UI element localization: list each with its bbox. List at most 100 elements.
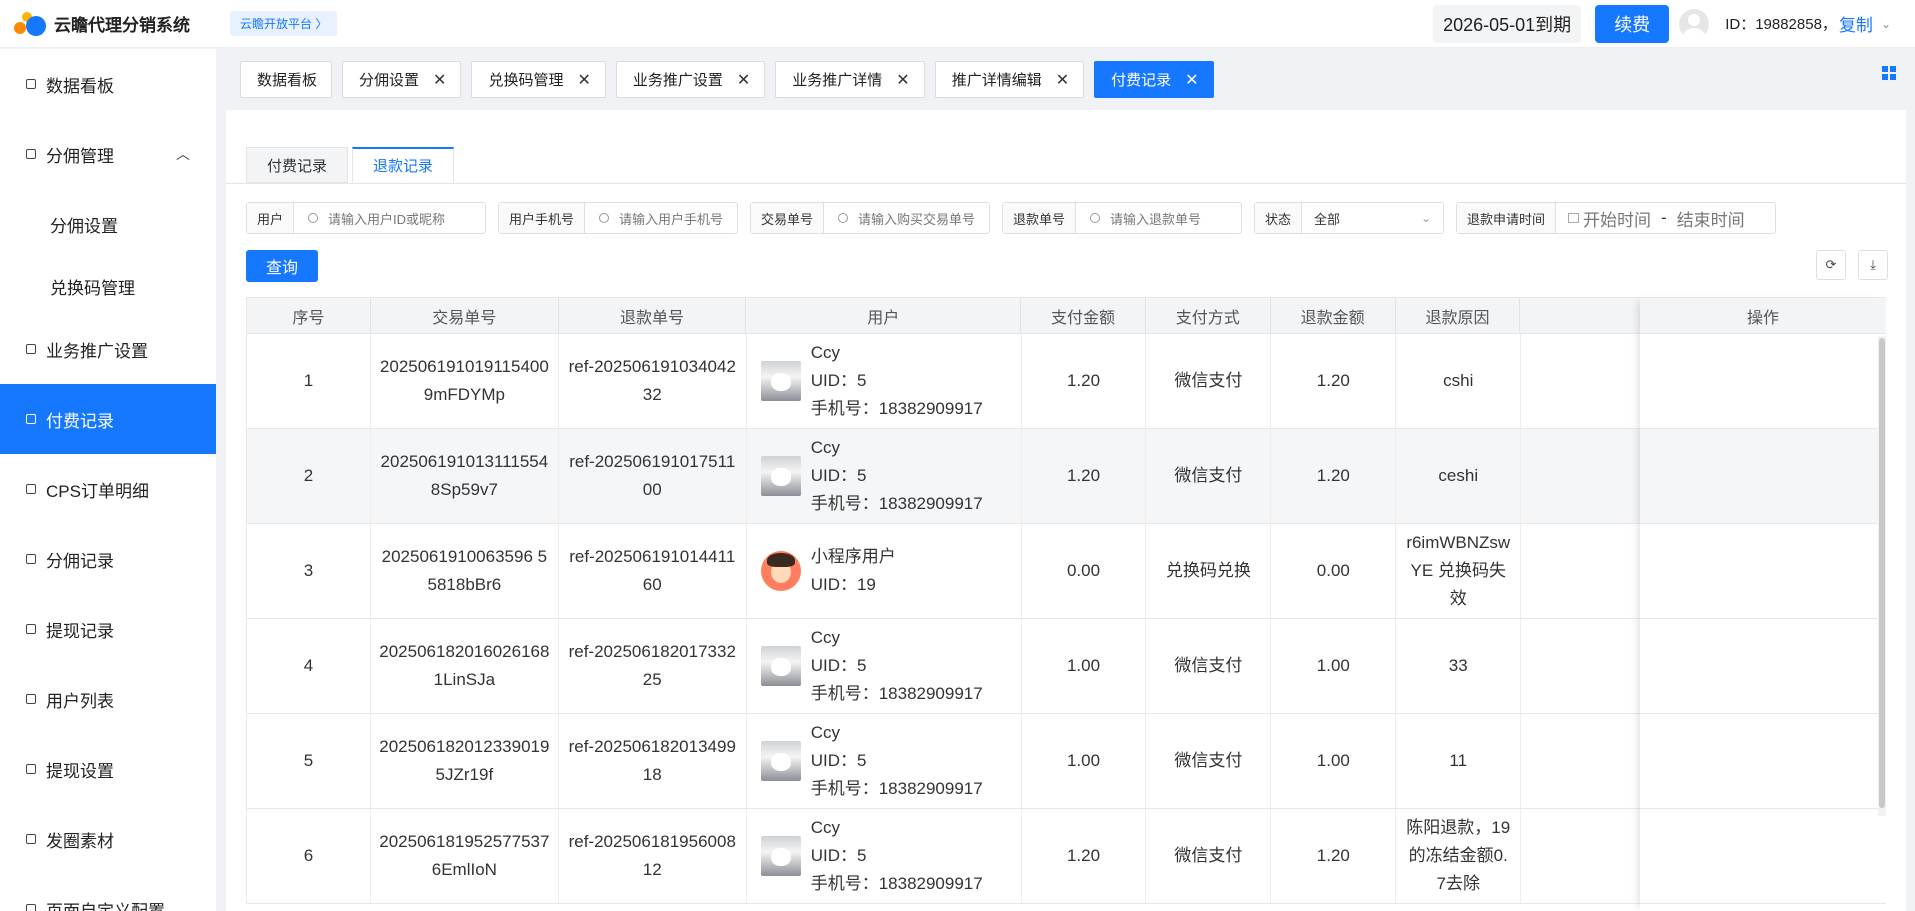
cell-pay-amount: 0.00	[1022, 524, 1147, 618]
cell-refund-amount: 1.20	[1271, 809, 1397, 903]
sidebar-item-page-config[interactable]: 页面自定义配置	[0, 874, 216, 911]
calendar-icon	[1568, 213, 1580, 223]
app-logo: 云瞻代理分销系统	[14, 11, 190, 36]
date-separator: -	[1661, 208, 1667, 227]
chevron-down-icon[interactable]: ⌄	[1881, 17, 1891, 31]
cell-refund-no: ref-20250619101441160	[559, 524, 747, 618]
subtab-payment-records[interactable]: 付费记录	[246, 147, 349, 183]
refund-no-filter-input[interactable]: 请输入退款单号	[1110, 209, 1201, 228]
sidebar-item-commission-settings[interactable]: 分佣设置	[0, 189, 216, 259]
phone-filter[interactable]: 用户手机号 请输入用户手机号	[498, 202, 738, 234]
document-icon	[26, 624, 36, 634]
cell-index: 6	[247, 809, 371, 903]
trade-no-filter[interactable]: 交易单号 请输入购买交易单号	[750, 202, 990, 234]
briefcase-icon	[26, 344, 36, 354]
trade-no-filter-label: 交易单号	[751, 203, 825, 233]
user-phone: 手机号：18382909917	[810, 874, 983, 893]
tab-promotion-edit[interactable]: 推广详情编辑 ✕	[934, 61, 1085, 98]
tab-promotion-detail[interactable]: 业务推广详情 ✕	[775, 61, 925, 98]
col-index: 序号	[247, 298, 371, 333]
close-icon[interactable]: ✕	[896, 70, 909, 90]
user-filter-input[interactable]: 请输入用户ID或昵称	[328, 209, 445, 228]
refresh-icon[interactable]: ⟳	[1816, 250, 1846, 280]
logo-icon	[14, 11, 50, 36]
cell-index: 5	[247, 714, 371, 808]
table-scrollbar[interactable]	[1879, 338, 1885, 808]
status-select[interactable]: 状态 全部 ⌄	[1254, 202, 1444, 234]
status-filter-label: 状态	[1255, 203, 1303, 233]
sidebar-item-cps-orders[interactable]: CPS订单明细	[0, 454, 216, 524]
cell-user: Ccy UID：5 手机号：18382909917	[747, 334, 1022, 428]
cell-trade-no: 2025061910063596 55818bBr6	[371, 524, 559, 618]
user-icon	[26, 694, 36, 704]
refund-time-range[interactable]: 退款申请时间 开始时间 - 结束时间	[1456, 202, 1776, 234]
sidebar-item-user-list[interactable]: 用户列表	[0, 664, 216, 734]
user-uid: UID：5	[810, 656, 867, 675]
download-icon[interactable]: ⤓	[1858, 250, 1888, 280]
avatar[interactable]	[1679, 8, 1710, 39]
receipt-icon	[26, 414, 36, 424]
sidebar-item-payment-records[interactable]: 付费记录	[0, 384, 216, 454]
user-name: Ccy	[810, 343, 840, 362]
tab-commission-settings[interactable]: 分佣设置 ✕	[342, 61, 462, 98]
cell-user: Ccy UID：5 手机号：18382909917	[747, 429, 1022, 523]
close-icon[interactable]: ✕	[433, 70, 446, 90]
refund-no-filter[interactable]: 退款单号 请输入退款单号	[1002, 202, 1242, 234]
user-uid: UID：5	[810, 466, 867, 485]
user-filter[interactable]: 用户 请输入用户ID或昵称	[246, 202, 486, 234]
col-refund-reason: 退款原因	[1396, 298, 1521, 333]
tab-redeem-codes[interactable]: 兑换码管理 ✕	[471, 61, 606, 98]
sidebar-item-moments-material[interactable]: 发圈素材	[0, 804, 216, 874]
subtab-refund-records[interactable]: 退款记录	[352, 147, 455, 183]
cell-refund-reason: ceshi	[1396, 429, 1522, 523]
cell-user: Ccy UID：5 手机号：18382909917	[747, 619, 1022, 713]
copy-id-link[interactable]: 复制	[1839, 11, 1873, 36]
cell-refund-amount: 1.20	[1271, 429, 1397, 523]
search-icon	[599, 213, 610, 223]
user-name: Ccy	[810, 723, 840, 742]
sidebar-item-redeem-codes[interactable]: 兑换码管理	[0, 251, 216, 321]
close-icon[interactable]: ✕	[1056, 70, 1069, 90]
sidebar-item-commission-management[interactable]: 分佣管理 ︿	[0, 119, 216, 189]
target-icon	[26, 554, 36, 564]
sidebar-item-dashboard[interactable]: 数据看板	[0, 49, 216, 119]
user-uid: UID：5	[810, 846, 867, 865]
close-icon[interactable]: ✕	[1185, 70, 1198, 90]
refund-no-filter-label: 退款单号	[1003, 203, 1077, 233]
renew-button[interactable]: 续费	[1595, 4, 1670, 43]
tab-payment-records[interactable]: 付费记录 ✕	[1094, 61, 1214, 98]
phone-filter-input[interactable]: 请输入用户手机号	[619, 209, 723, 228]
user-phone: 手机号：18382909917	[810, 684, 983, 703]
close-icon[interactable]: ✕	[577, 70, 590, 90]
phone-filter-label: 用户手机号	[499, 203, 586, 233]
trade-no-filter-input[interactable]: 请输入购买交易单号	[858, 209, 975, 228]
search-icon	[308, 213, 319, 223]
grid-icon[interactable]	[1882, 66, 1896, 80]
col-refund-no: 退款单号	[559, 298, 747, 333]
cell-index: 2	[247, 429, 371, 523]
start-date-input[interactable]: 开始时间	[1583, 206, 1651, 231]
tab-promotion-settings[interactable]: 业务推广设置 ✕	[615, 61, 766, 98]
cell-user: 小程序用户 UID：19	[747, 524, 1022, 618]
sidebar-item-promotion-settings[interactable]: 业务推广设置	[0, 314, 216, 384]
col-user: 用户	[746, 298, 1022, 333]
cell-refund-no: ref-20250618201733225	[559, 619, 747, 713]
chevron-down-icon[interactable]: ⌄	[1421, 211, 1431, 225]
sidebar-item-withdraw-settings[interactable]: 提现设置	[0, 734, 216, 804]
sidebar-item-withdraw-records[interactable]: 提现记录	[0, 594, 216, 664]
end-date-input[interactable]: 结束时间	[1677, 206, 1745, 231]
open-platform-link[interactable]: 云瞻开放平台 〉	[230, 11, 338, 36]
refund-time-label: 退款申请时间	[1457, 203, 1557, 233]
user-uid: UID：19	[810, 575, 876, 594]
link-icon	[26, 484, 36, 494]
tab-dashboard[interactable]: 数据看板	[240, 61, 333, 98]
cell-index: 4	[247, 619, 371, 713]
status-select-value[interactable]: 全部	[1314, 209, 1340, 228]
close-icon[interactable]: ✕	[737, 70, 750, 90]
cell-trade-no: 2025061910131115548Sp59v7	[371, 429, 559, 523]
col-operation: 操作	[1640, 297, 1886, 334]
query-button[interactable]: 查询	[246, 250, 318, 282]
sidebar-item-commission-records[interactable]: 分佣记录	[0, 524, 216, 594]
avatar	[760, 836, 801, 876]
expire-date: 2026-05-01到期	[1433, 4, 1582, 43]
